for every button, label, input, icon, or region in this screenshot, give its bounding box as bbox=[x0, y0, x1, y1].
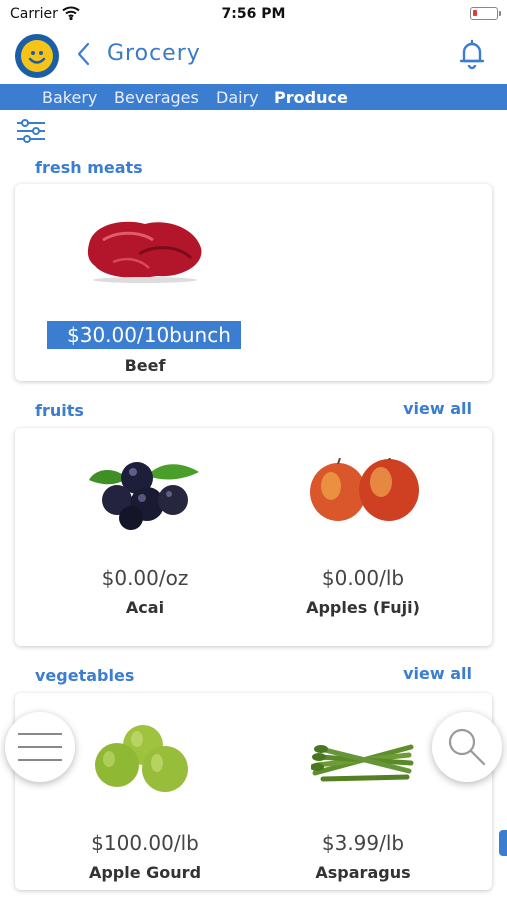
tab-produce[interactable]: Produce bbox=[274, 88, 348, 107]
product-card-fruits: $0.00/oz Acai $0.00/lb Apples (Fuji) bbox=[15, 428, 492, 646]
search-icon bbox=[448, 728, 486, 766]
name-acai: Acai bbox=[125, 598, 165, 617]
price-apple-gourd: $100.00/lb bbox=[91, 831, 199, 855]
vegetables-view-all-link[interactable]: view all bbox=[403, 664, 472, 683]
apple-gourd-image bbox=[95, 725, 188, 792]
product-item-beef[interactable]: $30.00/10bunch Beef bbox=[15, 184, 275, 381]
filter-icon[interactable] bbox=[15, 118, 47, 144]
back-chevron-icon[interactable] bbox=[70, 39, 100, 69]
tab-dairy[interactable]: Dairy bbox=[216, 88, 259, 107]
scrollbar[interactable] bbox=[499, 830, 507, 856]
price-acai: $0.00/oz bbox=[101, 566, 189, 590]
app-logo[interactable] bbox=[15, 34, 59, 78]
product-item-apples-fuji[interactable]: $0.00/lb Apples (Fuji) bbox=[263, 428, 463, 646]
tab-beverages[interactable]: Beverages bbox=[114, 88, 199, 107]
menu-button[interactable] bbox=[5, 712, 75, 782]
name-asparagus: Asparagus bbox=[315, 863, 411, 882]
apples-image bbox=[310, 458, 419, 521]
section-title-fruits: fruits bbox=[35, 401, 84, 420]
top-bar: Grocery bbox=[0, 30, 507, 80]
price-beef: $30.00/10bunch bbox=[47, 321, 241, 349]
price-asparagus: $3.99/lb bbox=[321, 831, 405, 855]
asparagus-image bbox=[311, 744, 414, 782]
bell-icon[interactable] bbox=[455, 37, 489, 71]
clock: 7:56 PM bbox=[221, 6, 286, 22]
search-button[interactable] bbox=[432, 712, 502, 782]
section-title-fresh-meats: fresh meats bbox=[35, 158, 143, 177]
section-title-vegetables: vegetables bbox=[35, 666, 135, 685]
price-apples-fuji: $0.00/lb bbox=[321, 566, 405, 590]
page-title: Grocery bbox=[107, 41, 201, 66]
fruits-view-all-link[interactable]: view all bbox=[403, 399, 472, 418]
status-bar: Carrier 7:56 PM bbox=[0, 0, 507, 30]
battery-icon bbox=[470, 7, 501, 20]
tab-bakery[interactable]: Bakery bbox=[42, 88, 97, 107]
name-beef: Beef bbox=[124, 356, 166, 375]
menu-icon bbox=[18, 733, 62, 761]
acai-image bbox=[89, 462, 199, 530]
product-card-fresh-meats: $30.00/10bunch Beef bbox=[15, 184, 492, 381]
beef-image bbox=[87, 221, 202, 283]
product-card-vegetables: $100.00/lb Apple Gourd $3.99/lb Asparagu… bbox=[15, 693, 492, 890]
name-apple-gourd: Apple Gourd bbox=[88, 863, 202, 882]
category-tabs: Bakery Beverages Dairy Produce bbox=[0, 84, 507, 110]
name-apples-fuji: Apples (Fuji) bbox=[306, 598, 420, 617]
product-item-asparagus[interactable]: $3.99/lb Asparagus bbox=[263, 693, 463, 890]
product-item-acai[interactable]: $0.00/oz Acai bbox=[15, 428, 273, 646]
